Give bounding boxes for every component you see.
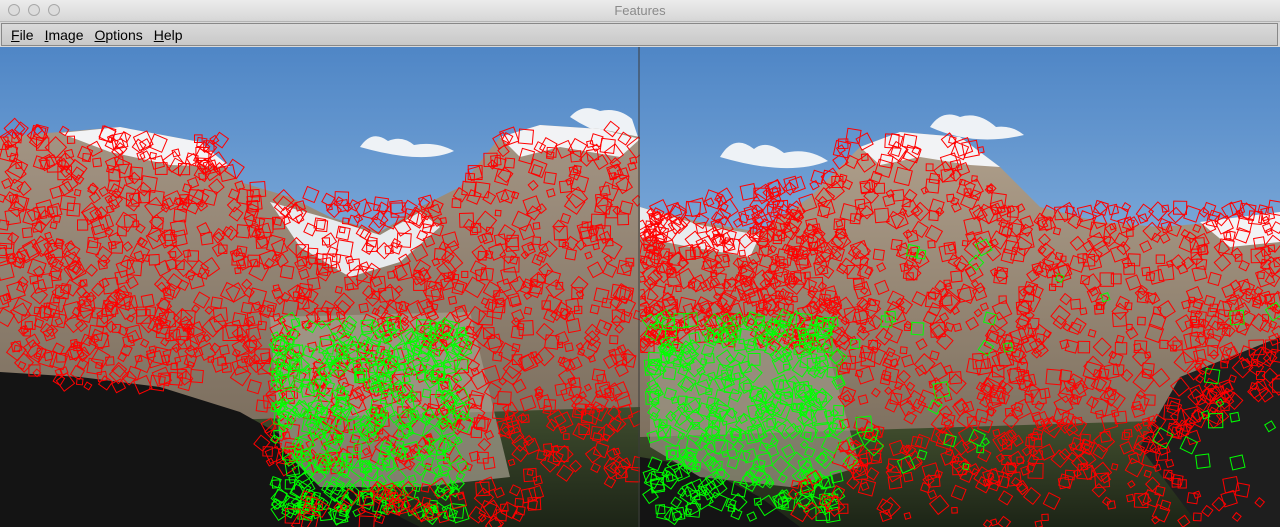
left-image-panel[interactable] xyxy=(0,47,640,527)
menu-bar: File Image Options Help xyxy=(1,23,1278,46)
menu-options[interactable]: Options xyxy=(90,27,148,43)
right-image xyxy=(640,47,1280,527)
left-image xyxy=(0,47,640,527)
window-title: Features xyxy=(614,3,666,18)
image-viewer[interactable] xyxy=(0,47,1280,527)
title-bar: Features xyxy=(0,0,1280,22)
right-image-panel[interactable] xyxy=(640,47,1280,527)
panel-divider xyxy=(638,47,640,527)
menu-help[interactable]: Help xyxy=(149,27,188,43)
menu-image[interactable]: Image xyxy=(40,27,89,43)
menu-file[interactable]: File xyxy=(6,27,39,43)
